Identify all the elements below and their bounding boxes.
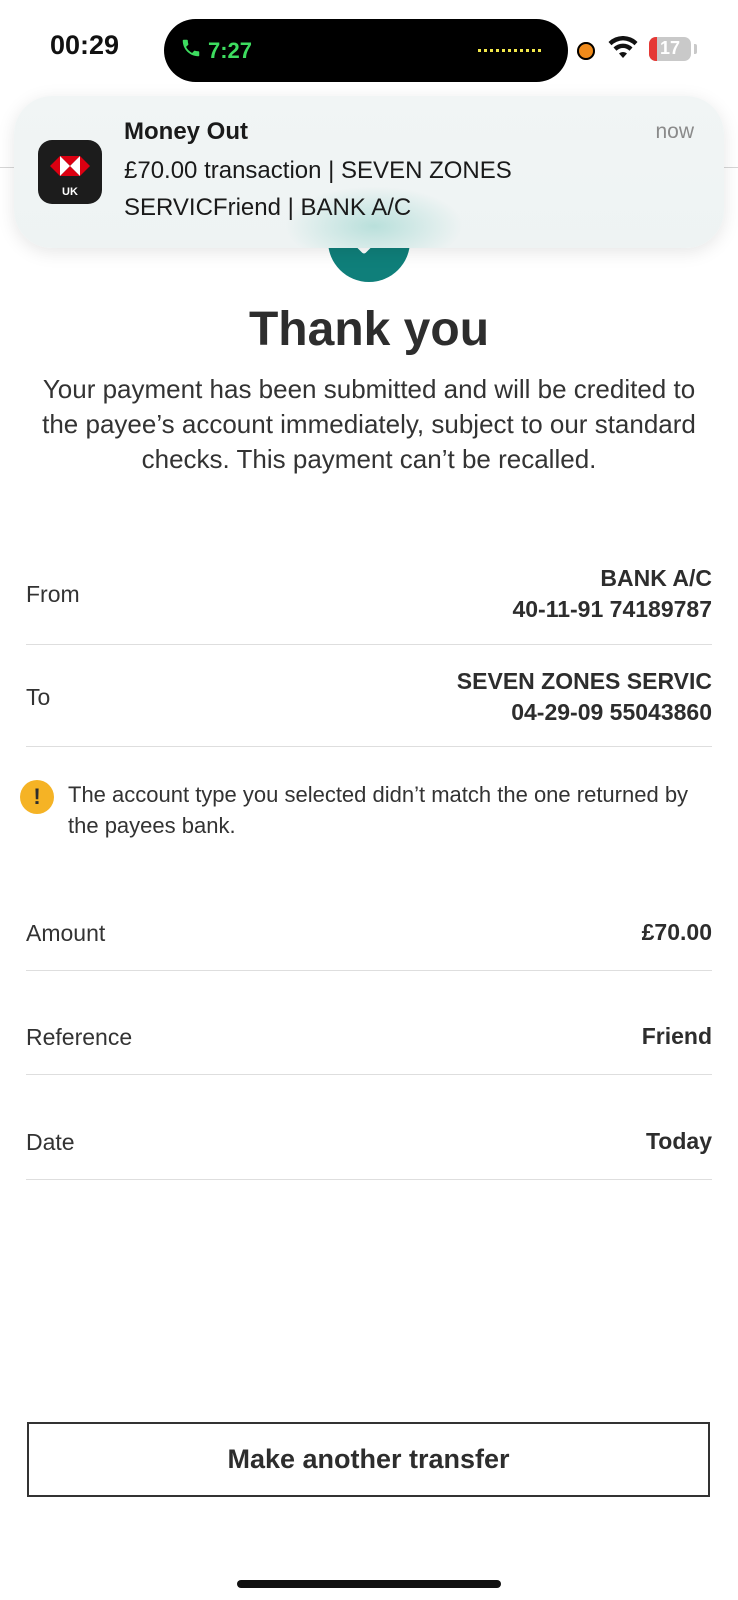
from-account-number: 40-11-91 74189787 — [512, 596, 712, 622]
notification-banner[interactable]: UK Money Out now £70.00 transaction | SE… — [14, 96, 724, 248]
make-another-transfer-button[interactable]: Make another transfer — [27, 1422, 710, 1497]
date-value: Today — [645, 1128, 712, 1154]
to-payee-name: SEVEN ZONES SERVIC — [456, 668, 712, 694]
from-label: From — [26, 581, 80, 607]
mic-indicator-icon — [577, 42, 595, 60]
from-row: From BANK A/C 40-11-91 74189787 — [26, 560, 712, 645]
reference-label: Reference — [26, 1024, 133, 1050]
dynamic-island[interactable]: 7:27 — [164, 19, 568, 82]
amount-value: £70.00 — [641, 919, 712, 945]
to-account-number: 04-29-09 55043860 — [511, 699, 712, 725]
battery-level: 17 — [659, 38, 681, 58]
date-label: Date — [26, 1129, 75, 1155]
home-indicator[interactable] — [237, 1580, 501, 1588]
confirmation-message: Your payment has been submitted and will… — [42, 374, 696, 474]
from-value: BANK A/C 40-11-91 74189787 — [512, 563, 712, 625]
app-badge-label: UK — [62, 186, 78, 198]
to-label: To — [26, 684, 51, 710]
reference-value: Friend — [641, 1023, 712, 1049]
battery-icon: 17 — [649, 37, 691, 61]
status-time: 00:29 — [50, 30, 120, 60]
amount-row: Amount £70.00 — [26, 870, 712, 971]
amount-label: Amount — [26, 920, 106, 946]
bank-app-icon: UK — [38, 140, 102, 204]
date-row: Date Today — [26, 1076, 712, 1180]
audio-wave-icon — [478, 49, 542, 52]
to-value: SEVEN ZONES SERVIC 04-29-09 55043860 — [457, 666, 712, 728]
warning-icon: ! — [20, 780, 54, 814]
call-indicator[interactable]: 7:27 — [180, 36, 252, 66]
notification-body: £70.00 transaction | SEVEN ZONES SERVICF… — [124, 157, 512, 221]
to-row: To SEVEN ZONES SERVIC 04-29-09 55043860 — [26, 646, 712, 747]
warning-text: The account type you selected didn’t mat… — [68, 782, 689, 838]
phone-icon — [180, 36, 202, 66]
reference-row: Reference Friend — [26, 972, 712, 1075]
from-account-name: BANK A/C — [600, 565, 712, 591]
notification-time: now — [655, 120, 694, 143]
wifi-icon — [607, 35, 639, 65]
notification-title: Money Out — [124, 118, 248, 145]
page-title: Thank you — [248, 303, 490, 356]
call-timer: 7:27 — [208, 38, 253, 63]
